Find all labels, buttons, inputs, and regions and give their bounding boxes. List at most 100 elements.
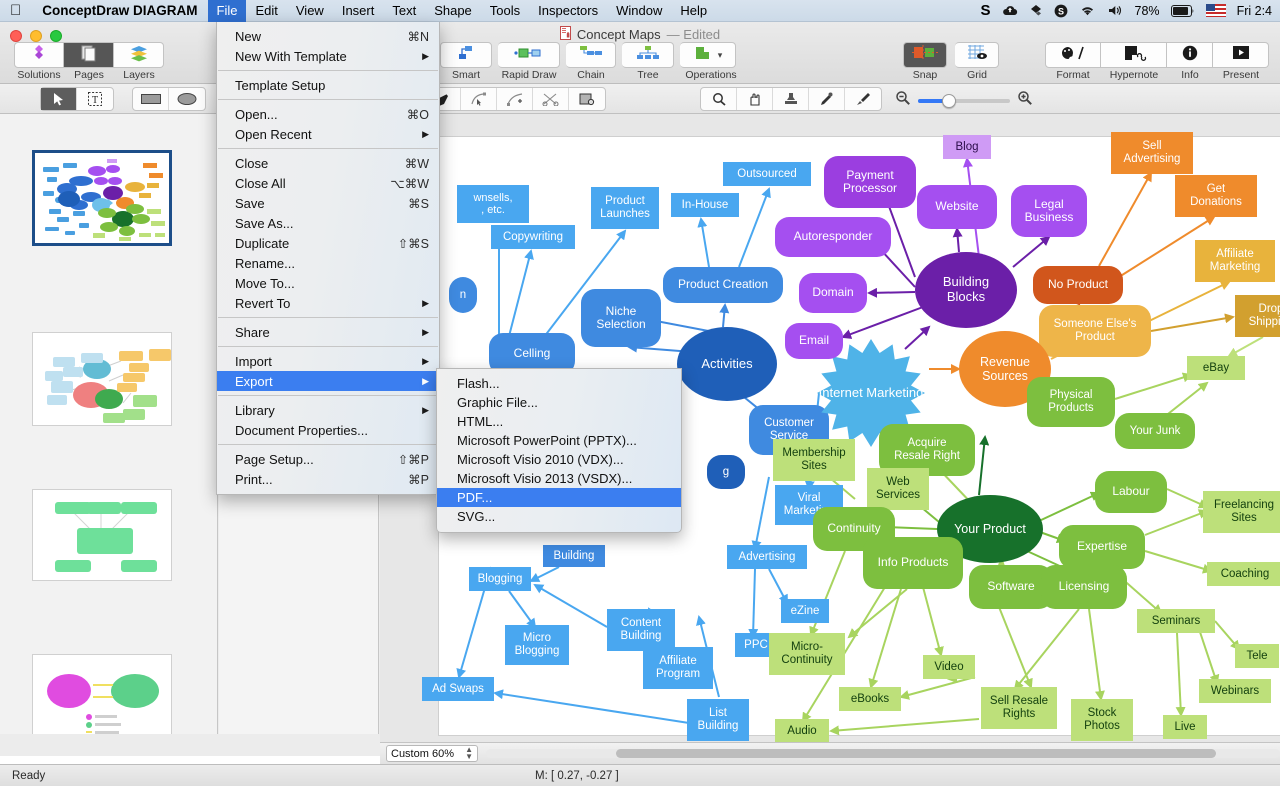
export-menu-item-microsoft-visio-2010-vdx[interactable]: Microsoft Visio 2010 (VDX)... bbox=[437, 450, 681, 469]
diagram-node-live[interactable]: Live bbox=[1163, 715, 1207, 739]
menu-text[interactable]: Text bbox=[383, 0, 425, 22]
shape-fill-icon[interactable] bbox=[569, 88, 605, 110]
diagram-node-product-launches[interactable]: Product Launches bbox=[591, 187, 659, 229]
ellipse-tool-icon[interactable] bbox=[169, 88, 205, 110]
file-menu-item-template-setup[interactable]: Template Setup bbox=[217, 75, 439, 95]
text-tool-icon[interactable]: T bbox=[77, 88, 113, 110]
page-thumbnail-4[interactable] bbox=[32, 654, 172, 734]
menu-file[interactable]: File bbox=[208, 0, 247, 22]
file-menu-item-document-properties[interactable]: Document Properties... bbox=[217, 420, 439, 440]
menu-help[interactable]: Help bbox=[671, 0, 716, 22]
info-button[interactable] bbox=[1167, 42, 1213, 68]
smart-button[interactable] bbox=[440, 42, 492, 68]
rapid-draw-button[interactable] bbox=[498, 42, 560, 68]
hypernote-button[interactable] bbox=[1101, 42, 1167, 68]
diagram-node-webinars[interactable]: Webinars bbox=[1199, 679, 1271, 703]
export-menu-item-graphic-file[interactable]: Graphic File... bbox=[437, 393, 681, 412]
diagram-node-email[interactable]: Email bbox=[785, 323, 843, 359]
dropbox-icon[interactable] bbox=[1029, 4, 1043, 18]
scissors-path-icon[interactable] bbox=[533, 88, 569, 110]
diagram-node-drop-shipping[interactable]: Drop Shipping bbox=[1235, 295, 1280, 337]
diagram-node-audio[interactable]: Audio bbox=[775, 719, 829, 742]
zoom-slider-track[interactable] bbox=[918, 99, 1010, 103]
stepper-updown-icon[interactable]: ▲▼ bbox=[465, 746, 473, 761]
zoom-magnifier-icon[interactable] bbox=[701, 88, 737, 110]
export-menu-item-microsoft-visio-2013-vsdx[interactable]: Microsoft Visio 2013 (VSDX)... bbox=[437, 469, 681, 488]
zoom-out-icon[interactable] bbox=[895, 90, 911, 111]
export-menu-item-svg[interactable]: SVG... bbox=[437, 507, 681, 526]
file-menu-item-export[interactable]: Export▶ bbox=[217, 371, 439, 391]
diagram-node-n[interactable]: n bbox=[449, 277, 477, 313]
present-button[interactable] bbox=[1213, 42, 1269, 68]
diagram-node-g[interactable]: g bbox=[707, 455, 745, 489]
pages-thumbnail-panel[interactable] bbox=[0, 114, 218, 734]
menu-inspectors[interactable]: Inspectors bbox=[529, 0, 607, 22]
skype-icon[interactable]: S bbox=[1054, 4, 1068, 18]
diagram-node-payment-processor[interactable]: Payment Processor bbox=[824, 156, 916, 208]
file-menu-item-print[interactable]: Print...⌘P bbox=[217, 469, 439, 489]
file-menu-item-revert-to[interactable]: Revert To▶ bbox=[217, 293, 439, 313]
diagram-node-someone-else-s-product[interactable]: Someone Else's Product bbox=[1039, 305, 1151, 357]
pointer-arrow-icon[interactable] bbox=[41, 88, 77, 110]
zoom-level-select[interactable]: Custom 60% ▲▼ bbox=[386, 745, 478, 762]
rectangle-tool-icon[interactable] bbox=[133, 88, 169, 110]
paint-brush-icon[interactable] bbox=[845, 88, 881, 110]
file-dropdown-menu[interactable]: New⌘NNew With Template▶Template SetupOpe… bbox=[216, 22, 440, 495]
diagram-node-blog[interactable]: Blog bbox=[943, 135, 991, 159]
diagram-node-ebooks[interactable]: eBooks bbox=[839, 687, 901, 711]
file-menu-item-close-all[interactable]: Close All⌥⌘W bbox=[217, 173, 439, 193]
diagram-node-legal-business[interactable]: Legal Business bbox=[1011, 185, 1087, 237]
diagram-node-building-blocks[interactable]: Building Blocks bbox=[915, 252, 1017, 328]
page-thumbnail-2[interactable] bbox=[32, 332, 172, 426]
file-menu-item-rename[interactable]: Rename... bbox=[217, 253, 439, 273]
page-thumbnail-3[interactable] bbox=[32, 489, 172, 581]
file-menu-item-new[interactable]: New⌘N bbox=[217, 26, 439, 46]
diagram-node-copywriting[interactable]: Copywriting bbox=[491, 225, 575, 249]
operations-button[interactable]: ▾ bbox=[680, 42, 736, 68]
diagram-node-licensing[interactable]: Licensing bbox=[1041, 565, 1127, 609]
horizontal-scroll-thumb[interactable] bbox=[616, 749, 1216, 758]
layers-button[interactable] bbox=[114, 42, 164, 68]
zoom-slider-knob[interactable] bbox=[942, 94, 956, 108]
chevron-down-icon[interactable]: ▾ bbox=[718, 50, 723, 61]
format-button[interactable] bbox=[1045, 42, 1101, 68]
add-point-icon[interactable] bbox=[497, 88, 533, 110]
diagram-node-advertising[interactable]: Advertising bbox=[727, 545, 807, 569]
diagram-node-website[interactable]: Website bbox=[917, 185, 997, 229]
horizontal-scrollbar[interactable] bbox=[486, 749, 1280, 758]
file-menu-item-library[interactable]: Library▶ bbox=[217, 400, 439, 420]
diagram-node-labour[interactable]: Labour bbox=[1095, 471, 1167, 513]
cloud-upload-icon[interactable] bbox=[1002, 4, 1018, 17]
diagram-node-blogging[interactable]: Blogging bbox=[469, 567, 531, 591]
file-menu-item-page-setup[interactable]: Page Setup...⇧⌘P bbox=[217, 449, 439, 469]
diagram-node-get-donations[interactable]: Get Donations bbox=[1175, 175, 1257, 217]
diagram-node-ezine[interactable]: eZine bbox=[781, 599, 829, 623]
zoom-in-icon[interactable] bbox=[1017, 90, 1033, 111]
diagram-node-ad-swaps[interactable]: Ad Swaps bbox=[422, 677, 494, 701]
diagram-node-coaching[interactable]: Coaching bbox=[1207, 562, 1280, 586]
file-menu-item-save-as[interactable]: Save As... bbox=[217, 213, 439, 233]
clock-label[interactable]: Fri 2:4 bbox=[1237, 4, 1272, 18]
menu-shape[interactable]: Shape bbox=[425, 0, 481, 22]
diagram-node-freelancing-sites[interactable]: Freelancing Sites bbox=[1203, 491, 1280, 533]
volume-icon[interactable] bbox=[1107, 4, 1124, 17]
file-menu-item-move-to[interactable]: Move To... bbox=[217, 273, 439, 293]
diagram-node-in-house[interactable]: In-House bbox=[671, 193, 739, 217]
menu-view[interactable]: View bbox=[287, 0, 333, 22]
diagram-node-domain[interactable]: Domain bbox=[799, 273, 867, 313]
apple-logo-icon[interactable]:  bbox=[0, 3, 32, 18]
diagram-node-your-junk[interactable]: Your Junk bbox=[1115, 413, 1195, 449]
diagram-node-affiliate-program[interactable]: Affiliate Program bbox=[643, 647, 713, 689]
menu-tools[interactable]: Tools bbox=[481, 0, 529, 22]
diagram-node-tele[interactable]: Tele bbox=[1235, 644, 1279, 668]
diagram-node-no-product[interactable]: No Product bbox=[1033, 266, 1123, 304]
diagram-node-list-building[interactable]: List Building bbox=[687, 699, 749, 741]
menu-insert[interactable]: Insert bbox=[333, 0, 384, 22]
grid-button[interactable] bbox=[955, 42, 999, 68]
bezier-node-icon[interactable] bbox=[461, 88, 497, 110]
chain-button[interactable] bbox=[566, 42, 616, 68]
export-menu-item-html[interactable]: HTML... bbox=[437, 412, 681, 431]
us-flag-icon[interactable] bbox=[1206, 4, 1226, 17]
file-menu-item-open-recent[interactable]: Open Recent▶ bbox=[217, 124, 439, 144]
diagram-node-ebay[interactable]: eBay bbox=[1187, 356, 1245, 380]
